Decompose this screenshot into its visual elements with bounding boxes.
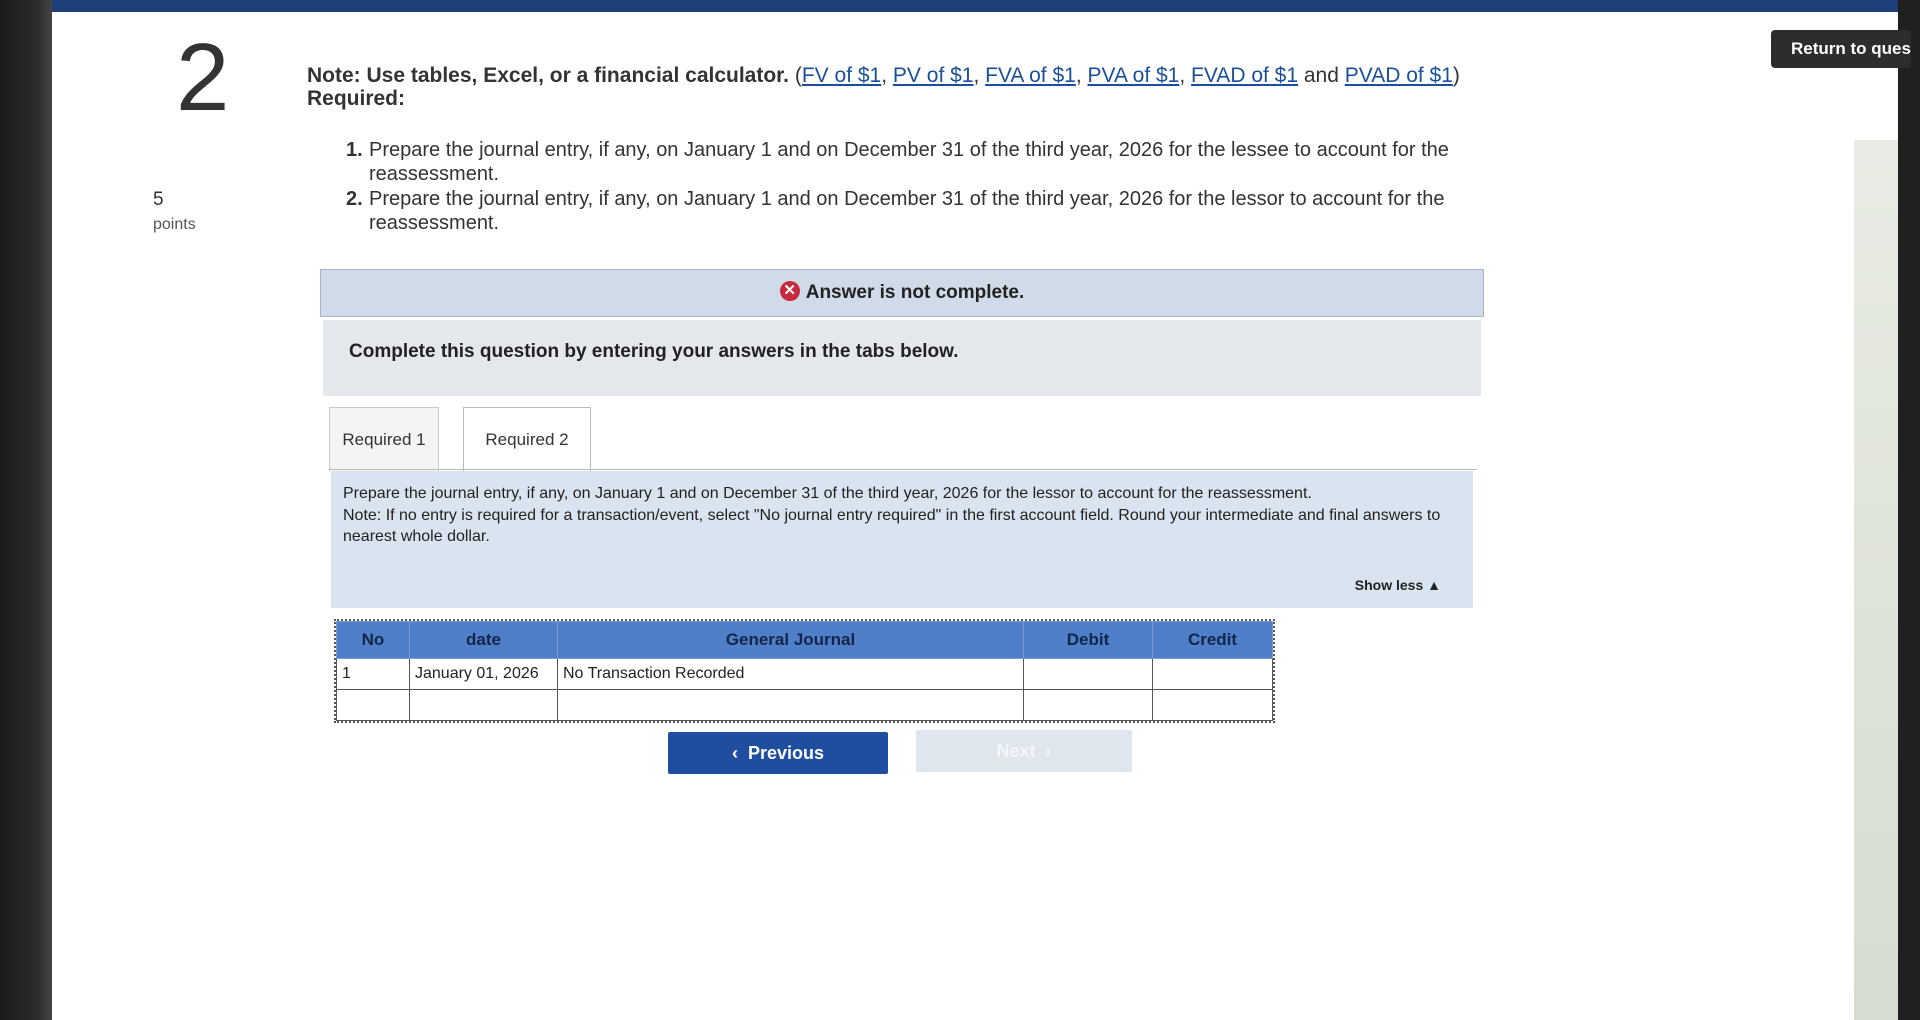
cell-debit[interactable] <box>1023 689 1153 721</box>
requirements-list: 1. Prepare the journal entry, if any, on … <box>346 138 1546 236</box>
link-pv[interactable]: PV of $1 <box>893 64 974 87</box>
cell-credit[interactable] <box>1152 689 1273 721</box>
note-prefix: Note: Use tables, Excel, or a financial … <box>307 64 790 87</box>
column-header-no: No <box>336 621 410 659</box>
link-pvad[interactable]: PVAD of $1 <box>1345 64 1453 87</box>
link-fv[interactable]: FV of $1 <box>802 64 881 87</box>
cell-account[interactable] <box>557 689 1024 721</box>
chevron-left-icon: ‹ <box>731 743 738 763</box>
note-line: Note: Use tables, Excel, or a financial … <box>307 64 1460 88</box>
cell-account[interactable]: No Transaction Recorded <box>557 658 1024 690</box>
cell-debit[interactable] <box>1023 658 1153 690</box>
column-header-debit: Debit <box>1023 621 1153 659</box>
points-label: points <box>153 216 196 233</box>
cell-no: 1 <box>336 658 410 690</box>
tab-divider <box>329 469 1477 470</box>
question-number: 2 <box>176 24 230 131</box>
return-to-question-button[interactable]: Return to quest <box>1771 30 1911 68</box>
top-header-bar <box>0 0 1920 12</box>
cell-credit[interactable] <box>1152 658 1273 690</box>
link-pva[interactable]: PVA of $1 <box>1088 64 1180 87</box>
next-button[interactable]: Next › <box>916 730 1132 772</box>
cell-date[interactable] <box>409 689 558 721</box>
requirement-item: 1. Prepare the journal entry, if any, on … <box>346 139 1449 185</box>
show-less-toggle[interactable]: Show less ▲ <box>1355 575 1441 596</box>
answer-status-banner: ✕ Answer is not complete. <box>320 269 1484 317</box>
column-header-general-journal: General Journal <box>557 621 1024 659</box>
tab-content-panel: Prepare the journal entry, if any, on Ja… <box>331 471 1473 608</box>
table-row: 1 January 01, 2026 No Transaction Record… <box>336 658 1273 690</box>
screen-bezel-left <box>0 0 52 1020</box>
chevron-right-icon: › <box>1045 741 1052 761</box>
points-value: 5 <box>153 189 164 210</box>
x-circle-icon: ✕ <box>779 281 800 302</box>
table-links: (FV of $1, PV of $1, FVA of $1, PVA of $… <box>794 64 1460 87</box>
instructions-box: Complete this question by entering your … <box>323 320 1481 396</box>
column-header-credit: Credit <box>1152 621 1273 659</box>
journal-entry-table: No date General Journal Debit Credit 1 J… <box>334 619 1275 723</box>
requirement-item: 2. Prepare the journal entry, if any, on … <box>346 188 1445 234</box>
table-row <box>336 689 1273 721</box>
answer-status-text: Answer is not complete. <box>805 282 1025 303</box>
previous-button[interactable]: ‹ Previous <box>668 732 888 774</box>
side-panel-strip <box>1854 140 1898 1020</box>
required-heading: Required: <box>307 87 406 110</box>
tab-prompt-text: Prepare the journal entry, if any, on Ja… <box>343 485 1312 502</box>
link-fvad[interactable]: FVAD of $1 <box>1191 64 1298 87</box>
cell-no <box>336 689 410 721</box>
tab-required-2[interactable]: Required 2 <box>463 407 591 473</box>
column-header-date: date <box>409 621 558 659</box>
link-fva[interactable]: FVA of $1 <box>985 64 1076 87</box>
tab-note-text: Note: If no entry is required for a tran… <box>343 507 1441 545</box>
screen-bezel-right <box>1898 0 1920 1020</box>
cell-date[interactable]: January 01, 2026 <box>409 658 558 690</box>
tab-required-1[interactable]: Required 1 <box>329 407 439 471</box>
